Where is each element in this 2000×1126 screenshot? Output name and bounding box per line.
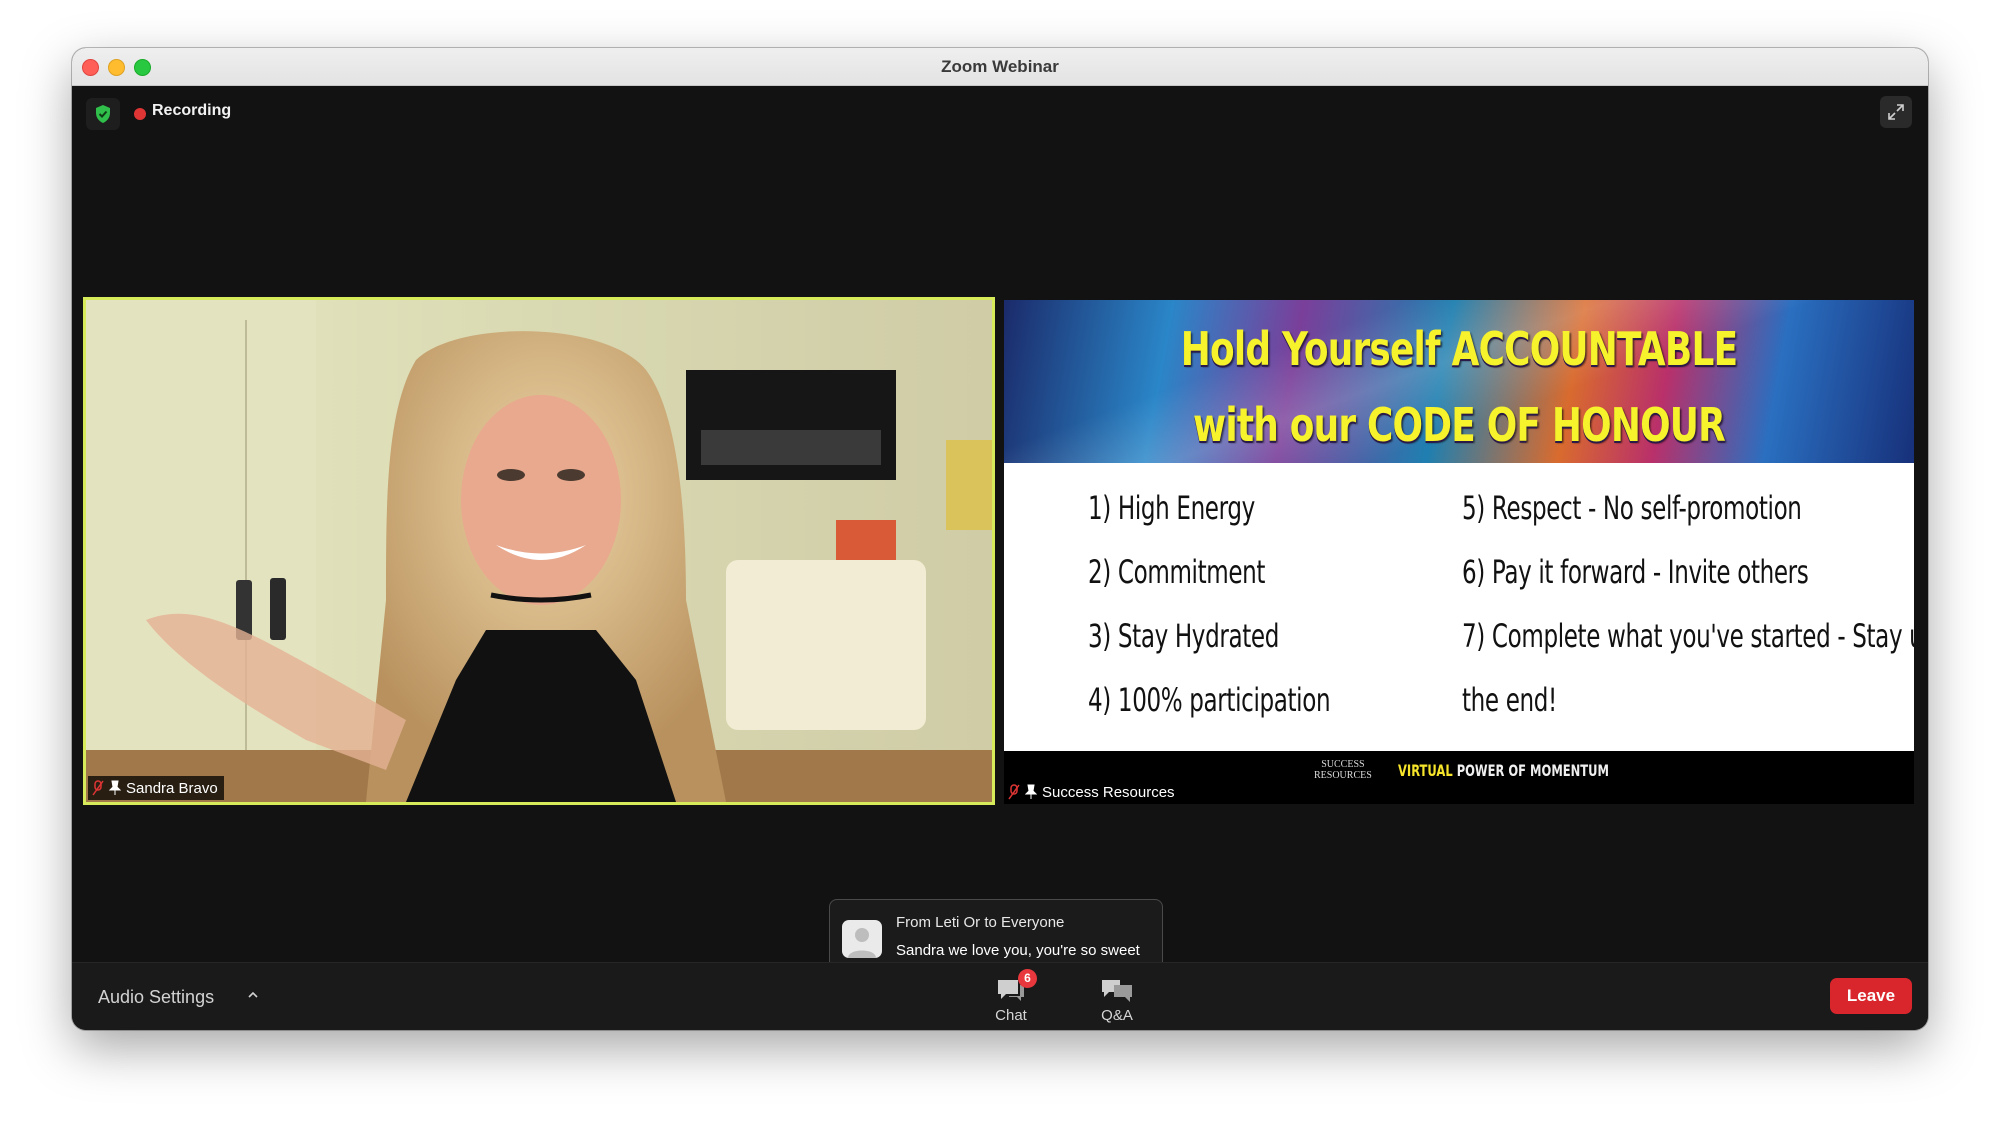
rule-item: 3) Stay Hydrated [1088, 617, 1279, 655]
participant-name: Sandra Bravo [126, 779, 218, 797]
qa-icon [1102, 980, 1132, 1002]
participant-name-tag: Sandra Bravo [88, 776, 224, 800]
participant-video [86, 300, 992, 802]
chat-sender: From Leti Or to Everyone [896, 914, 1065, 931]
window-title: Zoom Webinar [941, 57, 1059, 76]
chat-unread-badge: 6 [1018, 969, 1037, 988]
muted-mic-icon [92, 780, 104, 796]
user-avatar-icon [848, 928, 876, 958]
slide-title-line1: Hold Yourself ACCOUNTABLE [1180, 322, 1738, 376]
chat-button[interactable]: 6 Chat [976, 969, 1046, 1027]
logo-line: SUCCESS [1321, 759, 1365, 770]
video-tile-success-resources[interactable]: Hold Yourself ACCOUNTABLE with our CODE … [1004, 300, 1914, 804]
pin-icon [109, 780, 121, 795]
leave-button[interactable]: Leave [1830, 978, 1912, 1014]
event-brand-virtual: VIRTUAL [1398, 761, 1453, 780]
participant-name-tag: Success Resources [1006, 780, 1181, 804]
audio-settings-caret-icon[interactable] [247, 987, 259, 1003]
rule-item: 1) High Energy [1088, 489, 1255, 527]
event-brand-name: POWER OF MOMENTUM [1456, 761, 1609, 780]
muted-mic-icon [1008, 784, 1020, 800]
chat-label: Chat [995, 1007, 1027, 1024]
success-resources-logo: SUCCESS RESOURCES [1314, 759, 1372, 781]
rule-item: 7) Complete what you've started - Stay u… [1462, 617, 1914, 655]
slide-footer: SUCCESS RESOURCES VIRTUAL POWER OF MOMEN… [1004, 751, 1914, 804]
qa-label: Q&A [1101, 1007, 1133, 1024]
slide-body: 1) High Energy 2) Commitment 3) Stay Hyd… [1004, 463, 1914, 751]
meeting-toolbar: Audio Settings 6 Chat Q&A Leave [72, 962, 1928, 1030]
slide-title-line2: with our CODE OF HONOUR [1192, 398, 1726, 452]
pin-icon [1025, 784, 1037, 799]
recording-label: Recording [152, 102, 232, 119]
participant-name: Success Resources [1042, 783, 1175, 801]
title-bar: Zoom Webinar [72, 48, 1928, 86]
fullscreen-button[interactable] [1880, 96, 1912, 128]
rule-item: the end! [1462, 681, 1557, 719]
meeting-stage: Recording Sandra Bravo Hold Yourself ACC… [72, 86, 1928, 987]
rule-item: 5) Respect - No self-promotion [1462, 489, 1802, 527]
rule-item: 4) 100% participation [1088, 681, 1331, 719]
video-tile-sandra[interactable]: Sandra Bravo [83, 297, 995, 805]
security-shield-icon[interactable] [86, 98, 120, 130]
slide-banner: Hold Yourself ACCOUNTABLE with our CODE … [1004, 300, 1914, 463]
rule-item: 6) Pay it forward - Invite others [1462, 553, 1809, 591]
zoom-window: Zoom Webinar Recording Sandra Bravo Hold… [72, 48, 1928, 1030]
event-brand: VIRTUAL POWER OF MOMENTUM [1398, 761, 1609, 780]
expand-icon [1888, 104, 1904, 120]
audio-settings-button[interactable]: Audio Settings [98, 987, 214, 1008]
qa-button[interactable]: Q&A [1082, 969, 1152, 1027]
chat-message: Sandra we love you, you're so sweet [896, 942, 1140, 959]
rule-item: 2) Commitment [1088, 553, 1266, 591]
recording-dot-icon [134, 108, 146, 120]
logo-line: RESOURCES [1314, 770, 1372, 781]
avatar [842, 920, 882, 958]
